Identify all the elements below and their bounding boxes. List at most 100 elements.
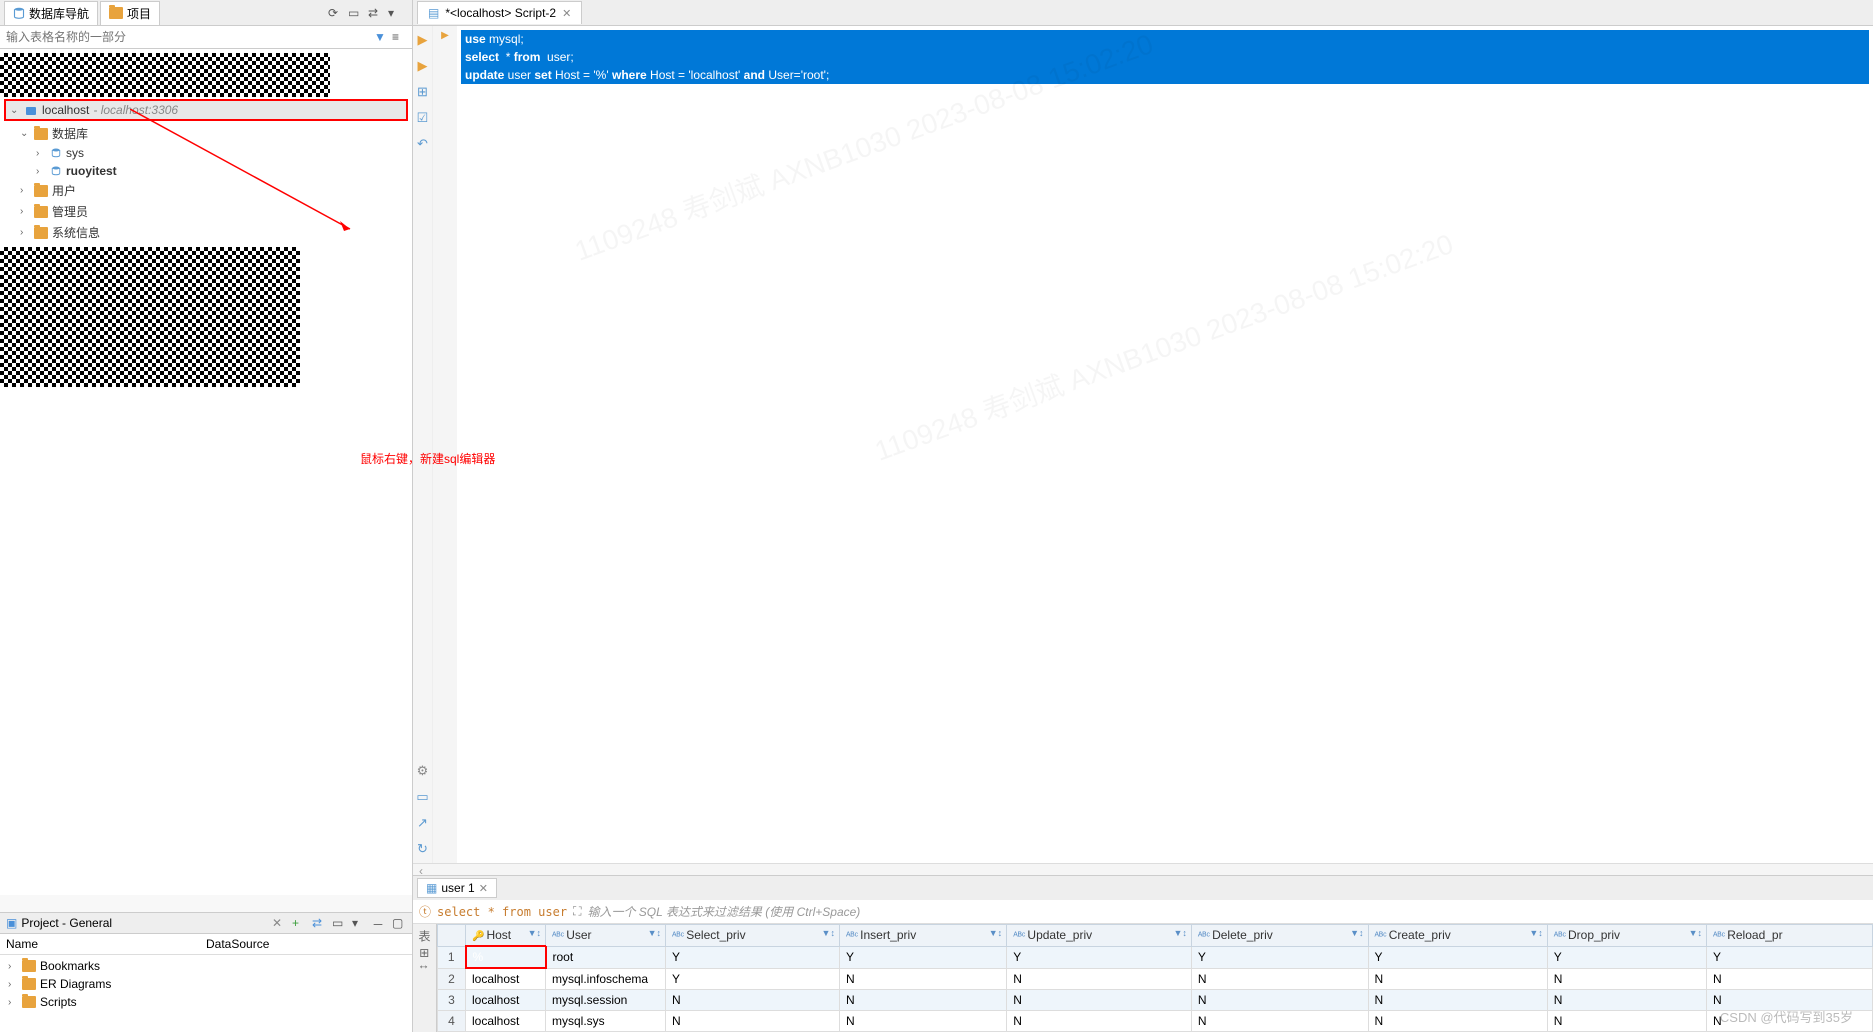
table-row[interactable]: 2localhostmysql.infoschemaYNNNNNN bbox=[438, 968, 1873, 990]
cell[interactable]: N bbox=[839, 968, 1006, 990]
sql-editor[interactable]: use mysql; select * from user; update us… bbox=[457, 26, 1873, 863]
collapse-icon[interactable]: ▭ bbox=[348, 6, 362, 20]
cell[interactable]: mysql.sys bbox=[546, 1011, 666, 1032]
explain-icon[interactable]: ⊞ bbox=[417, 84, 428, 100]
col-select-priv[interactable]: ᴬᴮᶜSelect_priv▼↕ bbox=[666, 925, 840, 947]
grid-view-icon[interactable]: 表 bbox=[416, 930, 433, 942]
table-row[interactable]: 1%rootYYYYYYY bbox=[438, 946, 1873, 968]
cell[interactable]: root bbox=[546, 946, 666, 968]
expand-toggle[interactable]: ⌄ bbox=[20, 128, 30, 139]
cell[interactable]: N bbox=[1547, 1011, 1706, 1032]
rollback-icon[interactable]: ↶ bbox=[417, 136, 428, 152]
close-icon[interactable]: ✕ bbox=[479, 882, 488, 895]
cell[interactable]: N bbox=[1368, 968, 1547, 990]
rownum-header[interactable] bbox=[438, 925, 466, 947]
expand-toggle[interactable]: ⌄ bbox=[10, 105, 20, 116]
cell[interactable]: N bbox=[1007, 1011, 1192, 1032]
tree-admins[interactable]: › 管理员 bbox=[0, 201, 412, 222]
export-icon[interactable]: ↗ bbox=[417, 815, 428, 831]
cell[interactable]: N bbox=[1368, 990, 1547, 1011]
tree-users[interactable]: › 用户 bbox=[0, 180, 412, 201]
cell[interactable]: Y bbox=[839, 946, 1006, 968]
col-update-priv[interactable]: ᴬᴮᶜUpdate_priv▼↕ bbox=[1007, 925, 1192, 947]
col-user[interactable]: ᴬᴮᶜUser▼↕ bbox=[546, 925, 666, 947]
tree-db-ruoyitest[interactable]: › ruoyitest bbox=[0, 162, 412, 180]
add-icon[interactable]: + bbox=[292, 916, 306, 930]
expand-toggle[interactable]: › bbox=[20, 227, 30, 238]
cell[interactable]: Y bbox=[1007, 946, 1192, 968]
project-item-er[interactable]: › ER Diagrams bbox=[0, 975, 412, 993]
tree-db-sys[interactable]: › sys bbox=[0, 144, 412, 162]
cell[interactable]: mysql.infoschema bbox=[546, 968, 666, 990]
tab-database-navigator[interactable]: 数据库导航 bbox=[4, 1, 98, 25]
record-icon[interactable]: ↕ bbox=[418, 964, 432, 970]
cell[interactable]: localhost bbox=[466, 1011, 546, 1032]
expand-icon[interactable]: ⛶ bbox=[573, 904, 581, 919]
link-icon[interactable]: ⇄ bbox=[368, 6, 382, 20]
close-icon[interactable]: ✕ bbox=[272, 916, 282, 930]
cell[interactable]: N bbox=[1191, 990, 1368, 1011]
cell[interactable]: N bbox=[839, 990, 1006, 1011]
col-delete-priv[interactable]: ᴬᴮᶜDelete_priv▼↕ bbox=[1191, 925, 1368, 947]
cell[interactable]: Y bbox=[1368, 946, 1547, 968]
col-name[interactable]: Name bbox=[6, 937, 206, 951]
col-datasource[interactable]: DataSource bbox=[206, 937, 406, 951]
col-reload-priv[interactable]: ᴬᴮᶜReload_pr bbox=[1707, 925, 1873, 947]
panel-icon[interactable]: ▭ bbox=[416, 789, 428, 805]
col-insert-priv[interactable]: ᴬᴮᶜInsert_priv▼↕ bbox=[839, 925, 1006, 947]
cell[interactable]: N bbox=[839, 1011, 1006, 1032]
project-item-scripts[interactable]: › Scripts bbox=[0, 993, 412, 1011]
maximize-icon[interactable]: ▢ bbox=[392, 916, 406, 930]
history-icon[interactable]: ↻ bbox=[417, 841, 428, 857]
results-tab-user1[interactable]: ▦ user 1 ✕ bbox=[417, 878, 497, 898]
table-row[interactable]: 3localhostmysql.sessionNNNNNNN bbox=[438, 990, 1873, 1011]
col-host[interactable]: 🔑Host▼↕ bbox=[466, 925, 546, 947]
cell[interactable]: Y bbox=[666, 968, 840, 990]
cell[interactable]: N bbox=[666, 990, 840, 1011]
filter-input[interactable] bbox=[0, 26, 368, 48]
refresh-icon[interactable]: ⟳ bbox=[328, 6, 342, 20]
editor-tab-script2[interactable]: ▤ *<localhost> Script-2 ✕ bbox=[417, 1, 582, 24]
cell[interactable]: Y bbox=[1191, 946, 1368, 968]
expand-toggle[interactable]: › bbox=[20, 185, 30, 196]
tab-projects[interactable]: 项目 bbox=[100, 1, 160, 25]
expand-toggle[interactable]: › bbox=[36, 166, 46, 177]
row-number[interactable]: 4 bbox=[438, 1011, 466, 1032]
cell[interactable]: N bbox=[1191, 968, 1368, 990]
tree-sysinfo[interactable]: › 系统信息 bbox=[0, 222, 412, 243]
table-row[interactable]: 4localhostmysql.sysNNNNNNN bbox=[438, 1011, 1873, 1032]
col-create-priv[interactable]: ᴬᴮᶜCreate_priv▼↕ bbox=[1368, 925, 1547, 947]
row-number[interactable]: 2 bbox=[438, 968, 466, 990]
filter-hint[interactable]: 输入一个 SQL 表达式来过滤结果 (使用 Ctrl+Space) bbox=[587, 903, 1867, 920]
text-view-icon[interactable]: ⊞ bbox=[418, 948, 432, 958]
cell[interactable]: localhost bbox=[466, 968, 546, 990]
menu-icon[interactable]: ▾ bbox=[352, 916, 366, 930]
link-icon[interactable]: ⇄ bbox=[312, 916, 326, 930]
tree-databases[interactable]: ⌄ 数据库 bbox=[0, 123, 412, 144]
row-number[interactable]: 1 bbox=[438, 946, 466, 968]
cell[interactable]: N bbox=[1191, 1011, 1368, 1032]
horizontal-scrollbar[interactable]: ‹ bbox=[413, 863, 1873, 875]
cell[interactable]: mysql.session bbox=[546, 990, 666, 1011]
cell[interactable]: N bbox=[1007, 968, 1192, 990]
expand-toggle[interactable]: › bbox=[20, 206, 30, 217]
filter-options-icon[interactable]: ≡ bbox=[392, 30, 406, 44]
filter-icon[interactable]: ▼ bbox=[374, 30, 388, 44]
cell[interactable]: Y bbox=[1707, 946, 1873, 968]
cell[interactable]: localhost bbox=[466, 990, 546, 1011]
cell[interactable]: Y bbox=[1547, 946, 1706, 968]
cell[interactable]: Y bbox=[666, 946, 840, 968]
expand-toggle[interactable]: › bbox=[36, 148, 46, 159]
cell[interactable]: N bbox=[1547, 968, 1706, 990]
commit-icon[interactable]: ☑ bbox=[417, 110, 429, 126]
cell[interactable]: N bbox=[666, 1011, 840, 1032]
cell[interactable]: % bbox=[466, 946, 546, 968]
row-number[interactable]: 3 bbox=[438, 990, 466, 1011]
project-item-bookmarks[interactable]: › Bookmarks bbox=[0, 957, 412, 975]
settings-icon[interactable]: ⚙ bbox=[417, 763, 429, 779]
menu-icon[interactable]: ▾ bbox=[388, 6, 402, 20]
cell[interactable]: N bbox=[1368, 1011, 1547, 1032]
cell[interactable]: N bbox=[1007, 990, 1192, 1011]
minimize-icon[interactable]: － bbox=[372, 916, 386, 930]
collapse-icon[interactable]: ▭ bbox=[332, 916, 346, 930]
